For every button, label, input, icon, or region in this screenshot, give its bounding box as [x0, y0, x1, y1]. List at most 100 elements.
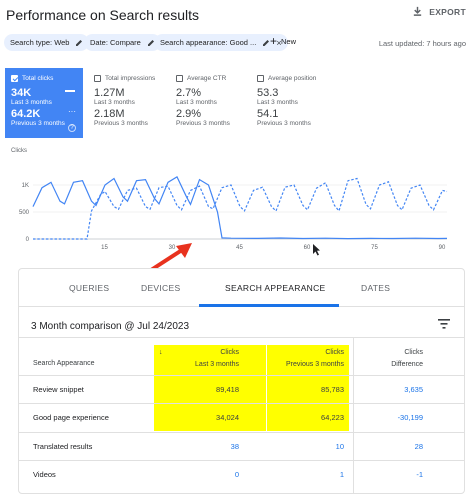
column-header-search-appearance[interactable]: Search Appearance [33, 359, 95, 369]
mouse-cursor-icon [313, 244, 320, 256]
metric-value-previous: 2.9% [176, 108, 202, 120]
filter-chip-search-type[interactable]: Search type: Web [4, 34, 90, 51]
chip-label: Search appearance: Good ... [160, 38, 257, 47]
x-tick-label: 15 [101, 245, 108, 251]
cell-clicks-previous: 1 [339, 470, 344, 479]
metric-title: Total impressions [105, 75, 156, 82]
cell-clicks-difference: 28 [414, 442, 423, 451]
column-header-clicks-last-period: Last 3 months [195, 361, 239, 368]
metric-period-previous: Previous 3 months [94, 120, 148, 127]
top-bar: Performance on Search results EXPORT [0, 0, 474, 30]
new-filter-button[interactable]: + New [270, 34, 297, 48]
metric-card-average-position[interactable]: Average position 53.3 Last 3 months 54.1… [251, 68, 329, 138]
clicks-chart: Clicks 1K 500 0 15 30 45 60 75 90 [5, 142, 465, 257]
cell-clicks-previous: 85,783 [321, 385, 344, 394]
filter-chip-date[interactable]: Date: Compare [84, 34, 161, 51]
row-name: Videos [33, 470, 56, 479]
metric-period-previous: Previous 3 months [11, 120, 65, 127]
cell-clicks-last: 89,418 [216, 385, 239, 394]
new-filter-label: New [281, 36, 297, 46]
checkbox-icon[interactable] [94, 75, 101, 82]
x-tick-label: 45 [236, 245, 243, 251]
row-name: Translated results [33, 442, 93, 451]
metric-period-previous: Previous 3 months [176, 120, 230, 127]
checkbox-icon[interactable] [11, 75, 18, 82]
chip-label: Search type: Web [10, 38, 70, 47]
sort-desc-icon[interactable]: ↓ [159, 348, 163, 358]
column-header-clicks-last[interactable]: Clicks [169, 348, 239, 358]
series-line-previous [33, 177, 448, 240]
export-button[interactable]: EXPORT [412, 6, 466, 17]
column-header-clicks-previous[interactable]: Clicks [249, 348, 344, 358]
cell-clicks-last: 0 [234, 470, 239, 479]
row-name: Good page experience [33, 413, 109, 422]
column-header-clicks-previous-period: Previous 3 months [286, 361, 344, 368]
metric-card-average-ctr[interactable]: Average CTR 2.7% Last 3 months 2.9% Prev… [170, 68, 248, 138]
chart-plot: 1K500015 30 45 60 75 90 [19, 176, 448, 256]
metric-value-current: 2.7% [176, 87, 202, 99]
column-divider [353, 337, 354, 493]
metric-period-previous: Previous 3 months [257, 120, 311, 127]
chip-label: Date: Compare [90, 38, 141, 47]
metric-card-total-impressions[interactable]: Total impressions 1.27M Last 3 months 2.… [88, 68, 166, 138]
filter-bar: Search type: Web Date: Compare Search ap… [0, 30, 474, 58]
checkbox-icon[interactable] [176, 75, 183, 82]
filter-rows-icon[interactable] [438, 319, 450, 329]
column-header-clicks-difference[interactable]: Clicks [359, 348, 423, 358]
y-tick-label: 0 [26, 237, 30, 243]
plus-icon: + [270, 34, 278, 48]
metric-title: Average position [268, 75, 317, 82]
tab-search-appearance[interactable]: SEARCH APPEARANCE [225, 283, 326, 293]
tab-dates[interactable]: DATES [361, 283, 390, 293]
divider [19, 460, 464, 461]
divider [19, 375, 464, 376]
metric-period-current: Last 3 months [257, 99, 298, 106]
cell-clicks-previous: 10 [335, 442, 344, 451]
column-header-difference-label: Difference [391, 361, 423, 368]
divider [19, 403, 464, 404]
metric-value-current: 1.27M [94, 87, 125, 99]
cell-clicks-previous: 64,223 [321, 413, 344, 422]
metric-period-current: Last 3 months [176, 99, 217, 106]
active-tab-indicator [199, 304, 339, 307]
cell-clicks-difference: -1 [416, 470, 423, 479]
x-tick-label: 60 [304, 245, 311, 251]
checkbox-icon[interactable] [257, 75, 264, 82]
filter-chip-search-appearance[interactable]: Search appearance: Good ... × [154, 34, 288, 51]
solid-line-legend-icon [65, 90, 75, 92]
row-name: Review snippet [33, 385, 84, 394]
y-tick-label: 500 [19, 210, 30, 216]
metric-title: Average CTR [187, 75, 227, 82]
cell-clicks-difference: -30,199 [397, 413, 423, 422]
divider [19, 432, 464, 433]
metric-card-total-clicks[interactable]: Total clicks 34K Last 3 months 64.2K Pre… [5, 68, 83, 138]
edit-icon[interactable] [75, 39, 83, 47]
tab-devices[interactable]: DEVICES [141, 283, 180, 293]
metric-period-current: Last 3 months [11, 99, 52, 106]
search-appearance-panel: QUERIES DEVICES SEARCH APPEARANCE DATES … [18, 268, 465, 494]
cell-clicks-last: 38 [230, 442, 239, 451]
metric-cards: Total clicks 34K Last 3 months 64.2K Pre… [5, 68, 469, 140]
tab-queries[interactable]: QUERIES [69, 283, 109, 293]
divider [19, 337, 464, 338]
metric-value-current: 34K [11, 87, 32, 99]
cell-clicks-difference: 3,635 [404, 385, 423, 394]
metric-value-previous: 54.1 [257, 108, 279, 120]
metric-value-current: 53.3 [257, 87, 279, 99]
x-tick-label: 75 [371, 245, 378, 251]
last-updated: Last updated: 7 hours ago [378, 39, 466, 48]
series-line-current [32, 176, 448, 240]
metric-value-previous: 2.18M [94, 108, 125, 120]
download-icon [414, 6, 422, 16]
page-title: Performance on Search results [6, 7, 199, 23]
metric-period-current: Last 3 months [94, 99, 135, 106]
tab-bar: QUERIES DEVICES SEARCH APPEARANCE DATES [19, 269, 464, 307]
cell-clicks-last: 34,024 [216, 413, 239, 422]
x-tick-label: 90 [439, 245, 446, 251]
metric-title: Total clicks [22, 75, 54, 82]
export-label: EXPORT [429, 6, 466, 17]
help-icon[interactable]: ? [68, 124, 76, 132]
dashed-line-legend-icon: ··· [68, 107, 76, 116]
comparison-title: 3 Month comparison @ Jul 24/2023 [31, 321, 190, 332]
y-tick-label: 1K [22, 183, 29, 189]
